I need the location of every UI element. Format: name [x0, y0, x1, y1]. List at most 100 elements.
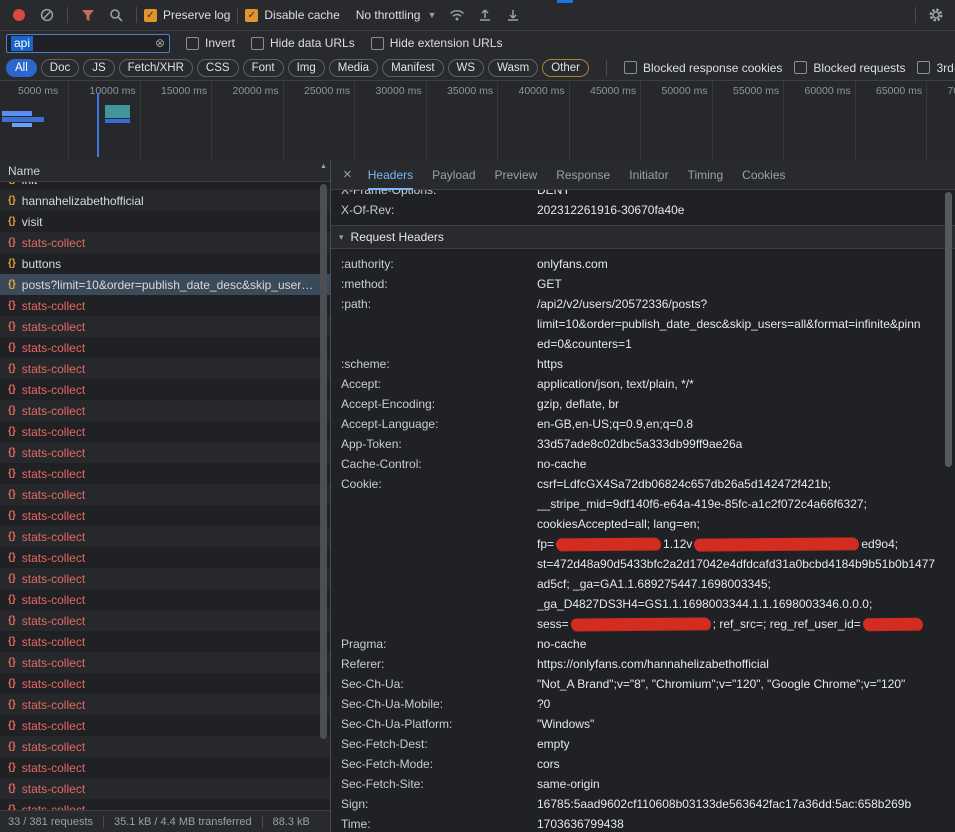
hide-data-urls-checkbox[interactable]: Hide data URLs — [251, 36, 355, 50]
braces-icon: {} — [8, 510, 16, 521]
tab-initiator[interactable]: Initiator — [629, 160, 668, 190]
request-row[interactable]: {}hannahelizabethofficial — [0, 190, 330, 211]
header-row: :authority:onlyfans.com — [331, 254, 955, 274]
filter-pill-other[interactable]: Other — [542, 59, 589, 77]
import-har-button[interactable] — [472, 2, 498, 28]
invert-checkbox[interactable]: Invert — [186, 36, 235, 50]
filter-pill-css[interactable]: CSS — [197, 59, 239, 77]
request-row[interactable]: {}stats-collect — [0, 568, 330, 589]
filter-pill-manifest[interactable]: Manifest — [382, 59, 443, 77]
disable-cache-label: Disable cache — [264, 8, 339, 22]
request-row[interactable]: {}stats-collect — [0, 547, 330, 568]
request-row[interactable]: {}stats-collect — [0, 694, 330, 715]
request-row[interactable]: {} stats-collect — [0, 505, 330, 526]
request-row[interactable]: {}stats-collect — [0, 295, 330, 316]
tab-headers[interactable]: Headers — [368, 160, 413, 190]
request-row[interactable]: {}stats-collect — [0, 757, 330, 778]
close-icon[interactable]: × — [343, 167, 352, 182]
network-overview[interactable]: 5000 ms10000 ms15000 ms20000 ms25000 ms3… — [0, 81, 955, 161]
request-row[interactable]: {}buttons — [0, 253, 330, 274]
network-filter-input[interactable]: api ⊗ — [6, 34, 170, 53]
request-row[interactable]: {}stats-collect — [0, 484, 330, 505]
hide-data-urls-label: Hide data URLs — [270, 36, 355, 50]
record-button[interactable] — [6, 2, 32, 28]
filter-pill-font[interactable]: Font — [243, 59, 284, 77]
request-row[interactable]: {}stats-collect — [0, 442, 330, 463]
request-name: stats-collect — [22, 782, 85, 796]
network-conditions-button[interactable] — [444, 2, 470, 28]
tab-cookies[interactable]: Cookies — [742, 160, 785, 190]
request-row[interactable]: {}stats-collect — [0, 736, 330, 757]
export-har-button[interactable] — [500, 2, 526, 28]
third-party-requests-checkbox[interactable]: 3rd-party requests — [917, 61, 955, 75]
preserve-log-checkbox[interactable]: ✓ Preserve log — [144, 8, 230, 22]
request-row[interactable]: {}stats-collect — [0, 526, 330, 547]
scrollbar-thumb[interactable] — [945, 192, 952, 467]
filter-pill-media[interactable]: Media — [329, 59, 378, 77]
hide-extension-urls-checkbox[interactable]: Hide extension URLs — [371, 36, 503, 50]
tab-payload[interactable]: Payload — [432, 160, 475, 190]
request-row[interactable]: {}stats-collect — [0, 316, 330, 337]
throttling-select[interactable]: No throttling ▼ — [350, 8, 443, 22]
timeline-gridline — [140, 81, 141, 160]
request-row[interactable]: {}stats-collect — [0, 652, 330, 673]
request-row[interactable]: {}stats-collect — [0, 589, 330, 610]
request-row[interactable]: {}stats-collect — [0, 673, 330, 694]
header-name: X-Frame-Options: — [341, 190, 537, 200]
braces-icon: {} — [8, 615, 16, 626]
header-row: Accept-Language:en-GB,en-US;q=0.9,en;q=0… — [331, 414, 955, 434]
request-name: stats-collect — [22, 425, 85, 439]
request-name: stats-collect — [22, 509, 85, 523]
request-name: stats-collect — [22, 551, 85, 565]
request-row[interactable]: {}stats-collect — [0, 778, 330, 799]
name-column-header[interactable]: Name — [0, 160, 330, 182]
blocked-response-cookies-checkbox[interactable]: Blocked response cookies — [624, 61, 782, 75]
scrollbar-thumb[interactable] — [320, 184, 327, 739]
disable-cache-checkbox[interactable]: ✓ Disable cache — [245, 8, 339, 22]
request-row[interactable]: {}stats-collect — [0, 610, 330, 631]
filter-pill-fetch-xhr[interactable]: Fetch/XHR — [119, 59, 193, 77]
request-row[interactable]: {}stats-collect — [0, 631, 330, 652]
tab-preview[interactable]: Preview — [495, 160, 538, 190]
filter-pill-doc[interactable]: Doc — [41, 59, 79, 77]
disclosure-triangle-icon: ▾ — [339, 232, 344, 243]
toolbar-divider — [136, 7, 137, 23]
request-row[interactable]: {}stats-collect — [0, 715, 330, 736]
tab-response[interactable]: Response — [556, 160, 610, 190]
section-title: Request Headers — [351, 230, 444, 244]
timeline-tick-label: 55000 ms — [733, 85, 779, 97]
request-row[interactable]: {}stats-collect — [0, 232, 330, 253]
settings-button[interactable] — [923, 2, 949, 28]
blocked-requests-checkbox[interactable]: Blocked requests — [794, 61, 905, 75]
header-value: 33d57ade8c02dbc5a333db99ff9ae26a — [537, 434, 955, 454]
request-row[interactable]: {}stats-collect — [0, 379, 330, 400]
request-row[interactable]: {}init — [0, 182, 330, 190]
tab-timing[interactable]: Timing — [688, 160, 724, 190]
request-row[interactable]: {}stats-collect — [0, 463, 330, 484]
filter-pill-ws[interactable]: WS — [448, 59, 485, 77]
header-name: App-Token: — [341, 434, 537, 454]
request-row[interactable]: {}stats-collect — [0, 799, 330, 810]
filter-toggle-button[interactable] — [75, 2, 101, 28]
details-scrollbar[interactable] — [943, 191, 954, 830]
clear-button[interactable] — [34, 2, 60, 28]
filter-pill-js[interactable]: JS — [83, 59, 114, 77]
scroll-up-arrow-icon[interactable]: ▲ — [317, 163, 330, 170]
filter-pill-img[interactable]: Img — [288, 59, 325, 77]
timeline-gridline — [497, 81, 498, 160]
request-headers-list: :authority:onlyfans.com:method:GET:path:… — [331, 249, 955, 832]
request-row[interactable]: {}posts?limit=10&order=publish_date_desc… — [0, 274, 330, 295]
request-row[interactable]: {}stats-collect — [0, 400, 330, 421]
request-row[interactable]: {}visit — [0, 211, 330, 232]
header-row: Time:1703636799438 — [331, 814, 955, 832]
request-list-scrollbar[interactable]: ▲ — [317, 160, 330, 810]
clear-filter-icon[interactable]: ⊗ — [155, 37, 165, 49]
timeline-gridline — [926, 81, 927, 160]
request-row[interactable]: {}stats-collect — [0, 337, 330, 358]
request-row[interactable]: {}stats-collect — [0, 358, 330, 379]
request-row[interactable]: {}stats-collect — [0, 421, 330, 442]
filter-pill-wasm[interactable]: Wasm — [488, 59, 538, 77]
request-headers-section-header[interactable]: ▾ Request Headers — [331, 225, 955, 249]
search-button[interactable] — [103, 2, 129, 28]
filter-pill-all[interactable]: All — [6, 59, 37, 77]
